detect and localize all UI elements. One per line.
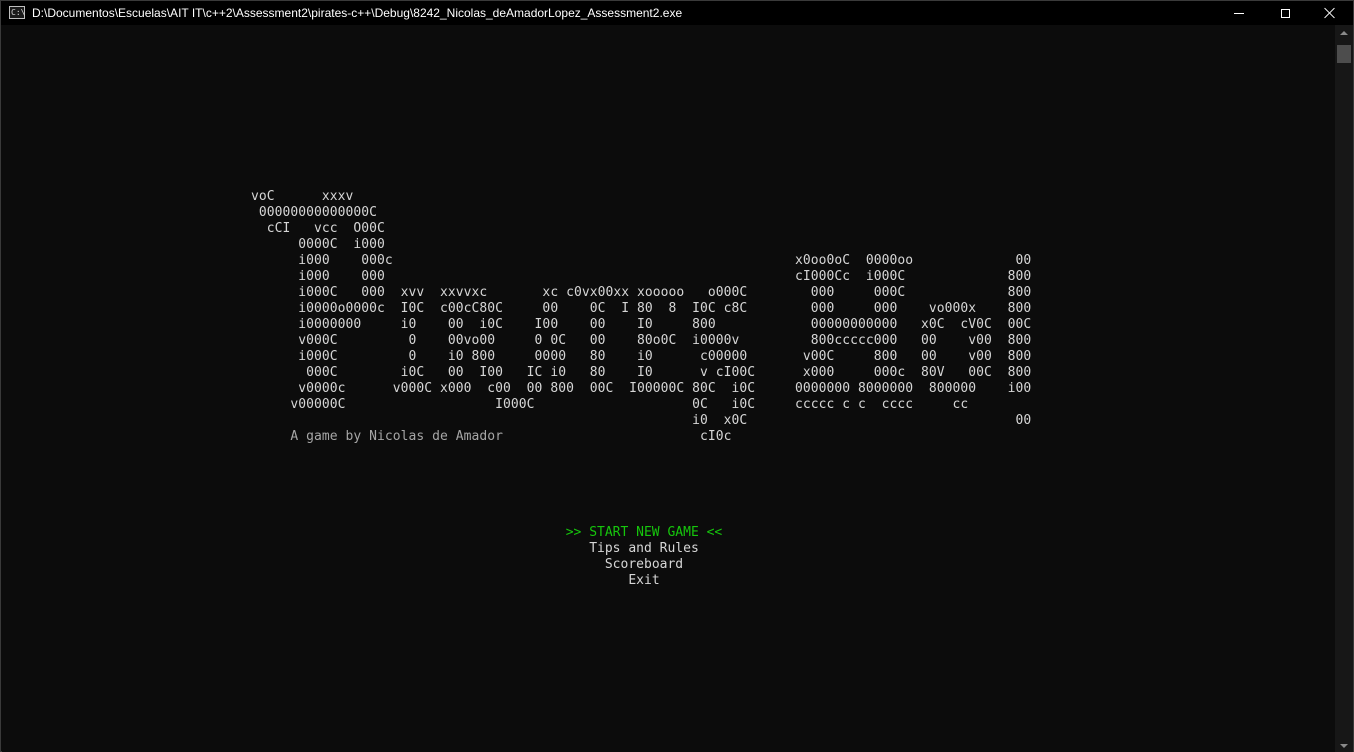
window-title: D:\Documentos\Escuelas\AIT IT\c++2\Asses… — [32, 6, 683, 20]
title-bar[interactable]: C:\ D:\Documentos\Escuelas\AIT IT\c++2\A… — [1, 1, 1353, 25]
scroll-thumb[interactable] — [1337, 45, 1351, 63]
ascii-art-line-with-credit: A game by Nicolas de Amador cI0c — [290, 429, 732, 444]
ascii-art-line: i0000000 i0 00 i0C I00 00 I0 800 — [251, 317, 716, 332]
title-art-line: cI000Cc i000C 800 — [795, 269, 1032, 284]
console-output: voC xxxv 00000000000000C cCI vcc O00C 00… — [2, 25, 1335, 752]
vertical-scrollbar[interactable] — [1335, 25, 1353, 752]
title-art-line: 0000000 8000000 800000 i00 — [795, 381, 1032, 396]
ascii-art-line: i000C 0 i0 800 0000 80 i0 c00000 — [251, 349, 748, 364]
title-art-line: x000 000c 80V 00C 800 — [795, 365, 1032, 380]
close-icon — [1324, 7, 1336, 19]
minimize-button[interactable] — [1216, 1, 1262, 25]
ascii-art-line: 0000C i000 — [251, 237, 385, 252]
ascii-art-line: i0000o0000c I0C c00cC80C 00 0C I 80 8 I0… — [251, 301, 748, 316]
maximize-icon — [1280, 8, 1290, 18]
ascii-art-line: v0000c v000C x000 c00 00 800 00C I00000C… — [251, 381, 756, 396]
ascii-art-line: i000 000 — [251, 269, 385, 284]
menu-item-start-new-game[interactable]: >> START NEW GAME << — [2, 525, 1286, 541]
ascii-art-line: v00000C I000C 0C i0C — [251, 397, 756, 412]
title-art-line: 00 — [795, 413, 1032, 428]
scroll-down-arrow-icon[interactable] — [1340, 744, 1348, 748]
ascii-art-line: i000C 000 xvv xxvvxc xc c0vx00xx xooooo … — [251, 285, 748, 300]
close-button[interactable] — [1307, 1, 1353, 25]
ascii-art-line: i000 000c — [251, 253, 393, 268]
title-art-line: 00000000000 x0C cV0C 00C — [795, 317, 1032, 332]
scroll-up-arrow-icon[interactable] — [1340, 31, 1348, 35]
ascii-art-line: i0 x0C — [251, 413, 748, 428]
title-art-line: 800ccccc000 00 v00 800 — [795, 333, 1032, 348]
title-art-line: 000 000C 800 — [795, 285, 1032, 300]
menu-item-tips-and-rules[interactable]: Tips and Rules — [2, 541, 1286, 557]
title-art-line: x0oo0oC 0000oo 00 — [795, 253, 1032, 268]
menu-item-exit[interactable]: Exit — [2, 573, 1286, 589]
credit-text: A game by Nicolas de Amador — [290, 429, 504, 444]
ascii-art-line: 00000000000000C — [251, 205, 378, 220]
ascii-art-line: v000C 0 00vo00 0 0C 00 80o0C i0000v — [251, 333, 740, 348]
minimize-icon — [1234, 12, 1244, 14]
title-art-line: ccccc c c cccc cc — [795, 397, 969, 412]
console-app-icon: C:\ — [9, 6, 26, 19]
menu-item-scoreboard[interactable]: Scoreboard — [2, 557, 1286, 573]
title-art-line: v00C 800 00 v00 800 — [795, 349, 1032, 364]
ascii-art-line: cCI vcc O00C — [251, 221, 385, 236]
maximize-button[interactable] — [1262, 1, 1308, 25]
title-art-line: 000 000 vo000x 800 — [795, 301, 1032, 316]
console-window: C:\ D:\Documentos\Escuelas\AIT IT\c++2\A… — [0, 0, 1354, 752]
ascii-art-line: voC xxxv — [251, 189, 354, 204]
ascii-art-line: 000C i0C 00 I00 IC i0 80 I0 v cI00C — [251, 365, 756, 380]
